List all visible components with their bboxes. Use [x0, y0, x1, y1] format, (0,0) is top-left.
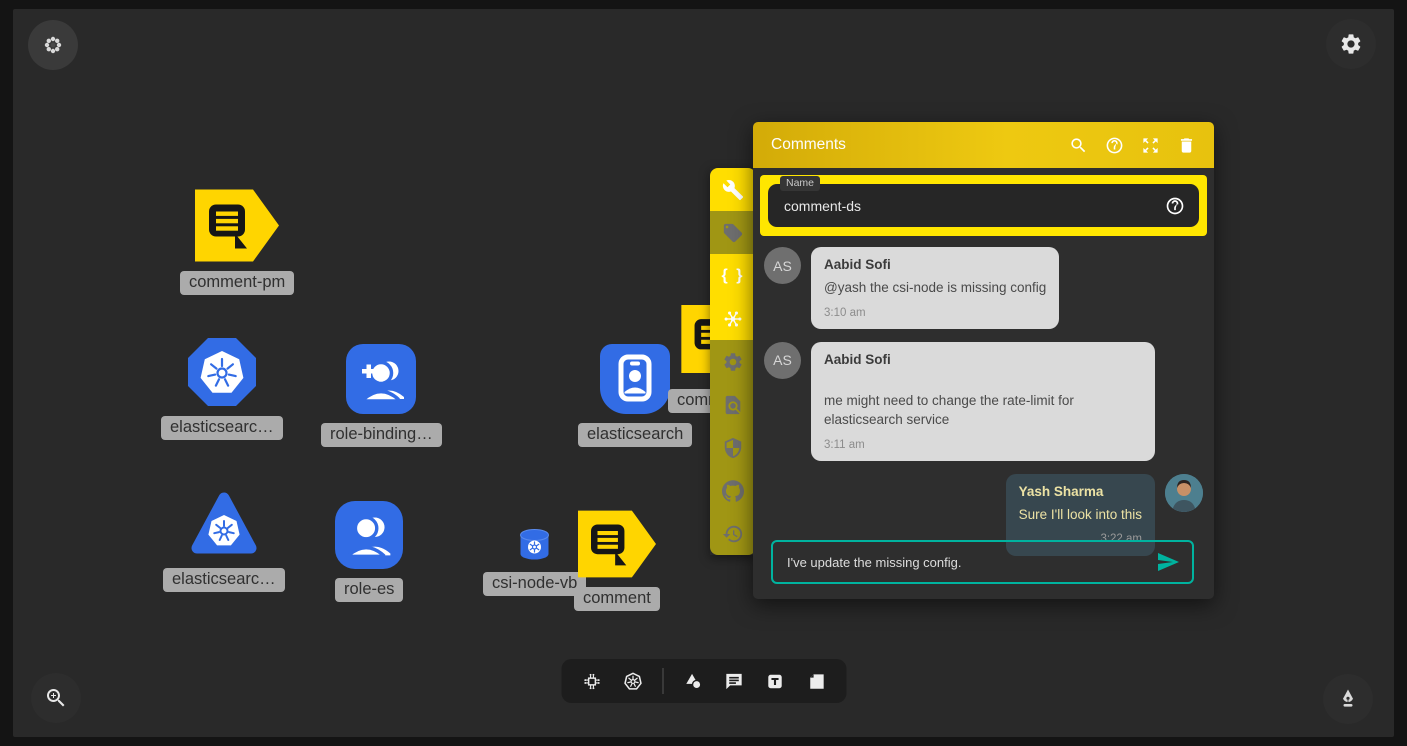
node-role-binding: role-binding…	[321, 344, 442, 447]
message-text: Sure I'll look into this	[1019, 506, 1142, 525]
message-author: Aabid Sofi	[824, 351, 1142, 370]
kubernetes-triangle-icon[interactable]	[188, 489, 260, 559]
comment-input-container[interactable]	[771, 540, 1194, 584]
toolbar-item-doc-search[interactable]	[710, 383, 756, 426]
kubernetes-icon[interactable]	[621, 670, 644, 693]
doc-search-icon	[722, 394, 744, 416]
node-csi-node-vb: csi-node-vb	[483, 527, 586, 596]
comments-panel-header[interactable]: Comments	[753, 122, 1214, 168]
message-time: 3:11 am	[824, 437, 1142, 453]
name-input[interactable]	[782, 197, 1165, 215]
name-field-label: Name	[780, 176, 820, 191]
comments-panel: Comments Name AS Aabid Sofi	[753, 122, 1214, 599]
toolbar-item-json[interactable]: { }	[710, 254, 756, 297]
text-icon[interactable]	[763, 670, 786, 693]
delete-icon[interactable]	[1177, 136, 1196, 155]
zoom-button[interactable]	[31, 673, 81, 723]
storage-cylinder-icon[interactable]	[518, 527, 551, 563]
search-icon[interactable]	[1069, 136, 1088, 155]
message-bubble: Aabid Sofi me might need to change the r…	[811, 342, 1155, 461]
github-icon	[722, 480, 744, 502]
comment-icon[interactable]	[722, 670, 745, 693]
toolbar-item-mesh[interactable]	[710, 297, 756, 340]
node-label[interactable]: elasticsearc…	[161, 416, 283, 440]
note-icon[interactable]	[804, 670, 827, 693]
gear-icon	[722, 351, 744, 373]
send-icon[interactable]	[1156, 550, 1180, 574]
message-time: 3:10 am	[824, 305, 1046, 321]
message: AS Aabid Sofi me might need to change th…	[764, 342, 1203, 461]
toolbar-item-history[interactable]	[710, 512, 756, 555]
node-elasticsearch-octagon: elasticsearc…	[161, 337, 283, 440]
avatar: AS	[764, 342, 801, 379]
node-label[interactable]: elasticsearch	[578, 423, 692, 447]
pen-tool-button[interactable]	[1323, 674, 1373, 724]
design-canvas[interactable]: comment-pm elasticsearc…	[13, 9, 1394, 737]
node-label[interactable]: role-es	[335, 578, 403, 602]
message-text: @yash the csi-node is missing config	[824, 279, 1046, 298]
help-icon[interactable]	[1105, 136, 1124, 155]
node-role-es: role-es	[335, 501, 403, 602]
braces-icon: { }	[722, 267, 745, 285]
gear-icon	[1339, 32, 1363, 56]
zoom-in-icon	[44, 686, 68, 710]
name-field[interactable]: Name	[768, 184, 1199, 227]
message-author: Yash Sharma	[1019, 483, 1142, 502]
bottom-toolbar	[561, 659, 846, 703]
wrench-icon	[722, 179, 744, 201]
node-label[interactable]: comment	[574, 587, 660, 611]
side-toolbar: { }	[710, 168, 756, 555]
pen-nib-icon	[1336, 687, 1360, 711]
toolbar-divider	[662, 668, 663, 694]
expand-icon[interactable]	[1141, 136, 1160, 155]
settings-button[interactable]	[1326, 19, 1376, 69]
node-comment: comment	[574, 510, 660, 611]
app-logo-button[interactable]	[28, 20, 78, 70]
toolbar-item-security[interactable]	[710, 426, 756, 469]
node-label[interactable]: elasticsearc…	[163, 568, 285, 592]
node-comment-pm: comment-pm	[180, 189, 294, 295]
avatar-photo	[1165, 474, 1203, 512]
node-label[interactable]: role-binding…	[321, 423, 442, 447]
shield-icon	[722, 437, 744, 459]
message-list: AS Aabid Sofi @yash the csi-node is miss…	[753, 243, 1214, 556]
avatar: AS	[764, 247, 801, 284]
app-flower-icon	[41, 33, 65, 57]
name-field-wrapper: Name	[760, 175, 1207, 236]
toolbar-item-settings[interactable]	[710, 340, 756, 383]
node-label[interactable]: csi-node-vb	[483, 572, 586, 596]
history-icon	[722, 523, 744, 545]
comment-input[interactable]	[785, 554, 1156, 571]
comment-node-icon[interactable]	[195, 189, 279, 262]
kubernetes-octagon-icon[interactable]	[187, 337, 257, 407]
role-binding-icon[interactable]	[346, 344, 416, 414]
node-elasticsearch-triangle: elasticsearc…	[163, 489, 285, 592]
message-author: Aabid Sofi	[824, 256, 1046, 275]
help-icon[interactable]	[1165, 196, 1185, 216]
message: AS Aabid Sofi @yash the csi-node is miss…	[764, 247, 1203, 329]
toolbar-item-tools[interactable]	[710, 168, 756, 211]
role-icon[interactable]	[335, 501, 403, 569]
panel-title: Comments	[771, 136, 846, 154]
circuit-icon[interactable]	[580, 670, 603, 693]
shapes-icon[interactable]	[681, 670, 704, 693]
node-label[interactable]: comment-pm	[180, 271, 294, 295]
comment-node-icon[interactable]	[578, 510, 656, 578]
tag-icon	[722, 222, 744, 244]
toolbar-item-tags[interactable]	[710, 211, 756, 254]
message-text: me might need to change the rate-limit f…	[824, 392, 1142, 430]
mesh-hub-icon	[722, 308, 744, 330]
message-bubble: Aabid Sofi @yash the csi-node is missing…	[811, 247, 1059, 329]
toolbar-item-github[interactable]	[710, 469, 756, 512]
id-badge-icon[interactable]	[600, 344, 670, 414]
